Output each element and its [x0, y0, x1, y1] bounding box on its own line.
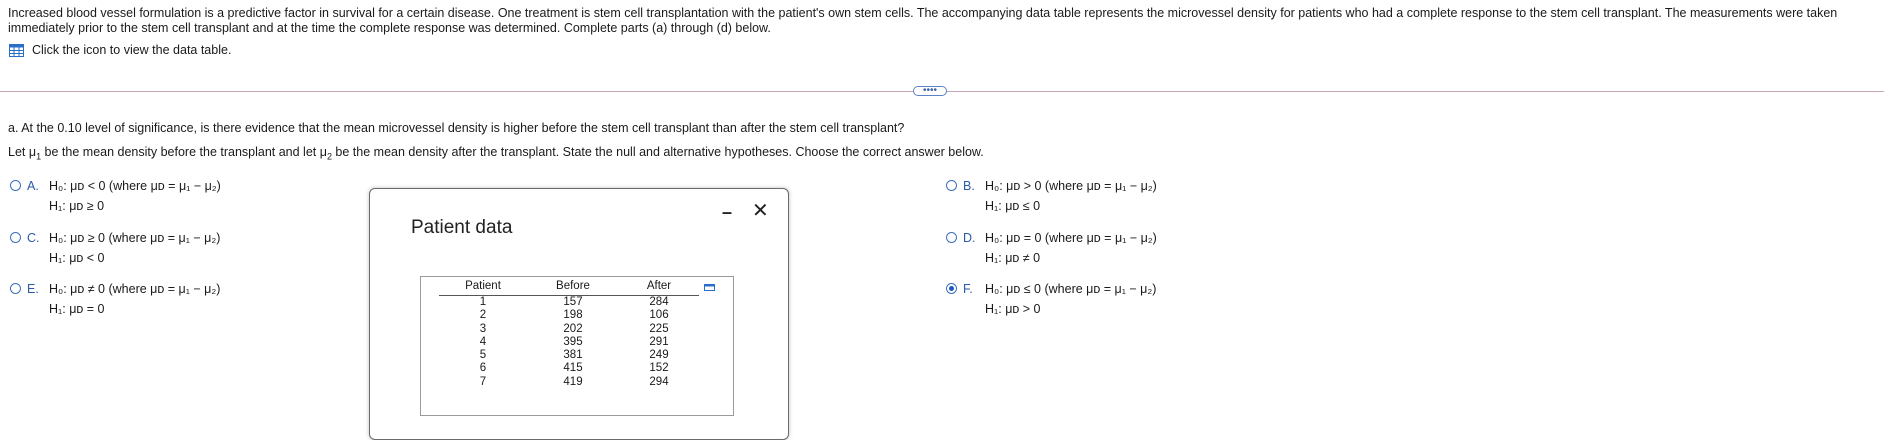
option-c-null-hypothesis: H₀: μᴅ ≥ 0 (where μᴅ = μ₁ − μ₂) — [49, 231, 221, 245]
option-e-letter: E. — [27, 282, 39, 296]
instruction-part-1: Let μ — [8, 145, 37, 159]
option-b-alt-hypothesis: H₁: μᴅ ≤ 0 — [985, 199, 1041, 213]
option-e-radio[interactable] — [10, 283, 21, 294]
instruction-part-3: be the mean density after the transplant… — [331, 145, 984, 159]
patient-data-dialog: Patient data – ✕ Patient Before After 11… — [369, 188, 789, 440]
dialog-title: Patient data — [411, 217, 513, 238]
option-c-letter: C. — [27, 231, 40, 245]
option-f-null-hypothesis: H₀: μᴅ ≤ 0 (where μᴅ = μ₁ − μ₂) — [985, 282, 1157, 296]
patient-data-table: Patient Before After 1 157 284 2 198 106 3 20… — [439, 279, 699, 389]
table-grid-icon[interactable] — [9, 43, 24, 57]
cell-after: 284 — [649, 296, 669, 308]
cell-before: 157 — [563, 296, 583, 308]
cell-before: 202 — [563, 322, 583, 335]
cell-before: 381 — [563, 349, 583, 362]
option-a-radio[interactable] — [10, 180, 21, 191]
close-icon[interactable]: ✕ — [752, 198, 769, 223]
table-row: 1 157 284 — [439, 296, 699, 310]
cell-patient: 7 — [479, 375, 487, 388]
option-a-letter: A. — [27, 179, 39, 193]
option-d-radio[interactable] — [946, 232, 957, 243]
cell-patient: 4 — [479, 335, 487, 348]
column-header-patient: Patient — [439, 279, 527, 296]
option-b-radio[interactable] — [946, 180, 957, 191]
cell-after: 294 — [649, 375, 669, 388]
view-data-table-label[interactable]: Click the icon to view the data table. — [32, 43, 231, 57]
column-header-before: Before — [527, 279, 619, 296]
option-e-null-hypothesis: H₀: μᴅ ≠ 0 (where μᴅ = μ₁ − μ₂) — [49, 282, 221, 296]
option-c-radio[interactable] — [10, 232, 21, 243]
option-f[interactable]: F. H₀: μᴅ ≤ 0 (where μᴅ = μ₁ − μ₂) H₁: μᴅ… — [946, 279, 1156, 319]
table-row: 5 381 249 — [439, 349, 699, 362]
copy-icon[interactable] — [704, 284, 715, 292]
option-a[interactable]: A. H₀: μᴅ < 0 (where μᴅ = μ₁ − μ₂) H₁: μᴅ… — [10, 176, 221, 216]
cell-patient: 3 — [479, 322, 487, 335]
table-row: 7 419 294 — [439, 376, 699, 389]
table-row: 2 198 106 — [439, 309, 699, 322]
option-a-alt-hypothesis: H₁: μᴅ ≥ 0 — [49, 199, 105, 213]
cell-after: 291 — [649, 335, 669, 348]
option-b-letter: B. — [963, 179, 975, 193]
patient-data-table-frame: Patient Before After 1 157 284 2 198 106 3 20… — [420, 276, 734, 416]
option-b[interactable]: B. H₀: μᴅ > 0 (where μᴅ = μ₁ − μ₂) H₁: μᴅ… — [946, 176, 1157, 216]
question-a: a. At the 0.10 level of significance, is… — [8, 121, 905, 135]
cell-patient: 2 — [479, 309, 487, 322]
cell-after: 225 — [649, 322, 669, 335]
cell-patient: 5 — [479, 349, 487, 362]
view-data-table-link[interactable]: Click the icon to view the data table. — [9, 43, 231, 57]
cell-before: 419 — [563, 375, 583, 388]
cell-patient: 6 — [479, 362, 487, 375]
option-e-alt-hypothesis: H₁: μᴅ = 0 — [49, 302, 105, 316]
cell-before: 415 — [563, 362, 583, 375]
option-d-letter: D. — [963, 231, 976, 245]
cell-patient: 1 — [479, 296, 487, 308]
problem-intro: Increased blood vessel formulation is a … — [8, 6, 1838, 35]
instruction-text: Let μ1 be the mean density before the tr… — [8, 145, 984, 162]
table-header-row: Patient Before After — [439, 279, 699, 296]
option-c[interactable]: C. H₀: μᴅ ≥ 0 (where μᴅ = μ₁ − μ₂) H₁: μᴅ… — [10, 228, 220, 268]
option-b-null-hypothesis: H₀: μᴅ > 0 (where μᴅ = μ₁ − μ₂) — [985, 179, 1157, 193]
column-header-after: After — [619, 279, 699, 296]
option-c-alt-hypothesis: H₁: μᴅ < 0 — [49, 251, 105, 265]
option-d[interactable]: D. H₀: μᴅ = 0 (where μᴅ = μ₁ − μ₂) H₁: μᴅ… — [946, 228, 1157, 268]
option-f-radio-selected[interactable] — [946, 283, 957, 294]
option-f-alt-hypothesis: H₁: μᴅ > 0 — [985, 302, 1041, 316]
option-d-null-hypothesis: H₀: μᴅ = 0 (where μᴅ = μ₁ − μ₂) — [985, 231, 1157, 245]
expand-more-button[interactable]: •••• — [913, 86, 947, 96]
cell-after: 106 — [649, 309, 669, 322]
table-row: 4 395 291 — [439, 336, 699, 349]
table-row: 3 202 225 — [439, 323, 699, 336]
cell-before: 198 — [563, 309, 583, 322]
cell-after: 152 — [649, 362, 669, 375]
option-e[interactable]: E. H₀: μᴅ ≠ 0 (where μᴅ = μ₁ − μ₂) H₁: μᴅ… — [10, 279, 220, 319]
table-row: 6 415 152 — [439, 362, 699, 375]
cell-after: 249 — [649, 349, 669, 362]
option-f-letter: F. — [963, 282, 973, 296]
option-a-null-hypothesis: H₀: μᴅ < 0 (where μᴅ = μ₁ − μ₂) — [49, 179, 221, 193]
cell-before: 395 — [563, 335, 583, 348]
minimize-icon[interactable]: – — [722, 202, 732, 223]
option-d-alt-hypothesis: H₁: μᴅ ≠ 0 — [985, 251, 1041, 265]
instruction-part-2: be the mean density before the transplan… — [41, 145, 327, 159]
